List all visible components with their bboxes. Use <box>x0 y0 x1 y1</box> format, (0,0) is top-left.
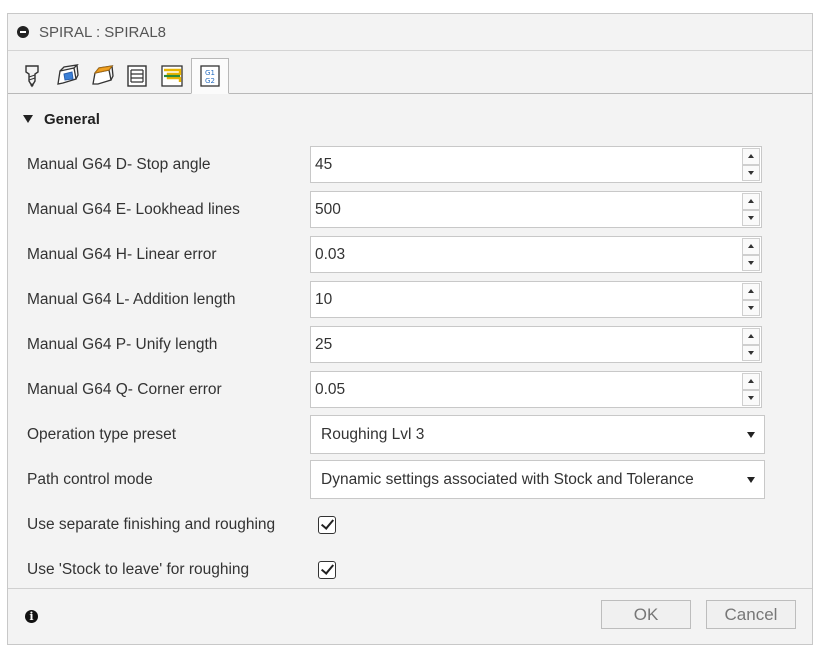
arrow-up-icon <box>748 289 754 294</box>
checkmark-icon <box>320 561 334 575</box>
tab-heights[interactable] <box>86 59 117 93</box>
spin-up-button[interactable] <box>742 238 760 255</box>
tab-linking[interactable] <box>156 59 187 93</box>
tab-passes[interactable] <box>121 59 152 93</box>
arrow-down-icon <box>748 170 754 175</box>
collapse-icon[interactable] <box>17 26 29 38</box>
spin-down-button[interactable] <box>742 254 760 271</box>
info-icon[interactable]: i <box>25 610 38 623</box>
checkbox-row-separate-finishing: Use separate finishing and roughing <box>8 502 812 547</box>
passes-icon <box>126 65 147 87</box>
spin-up-button[interactable] <box>742 283 760 300</box>
linear-error-spinner <box>310 236 762 273</box>
section-general-header[interactable]: General <box>8 96 812 142</box>
field-row-corner-error: Manual G64 Q- Corner error <box>8 367 812 412</box>
tab-tool[interactable] <box>16 59 47 93</box>
arrow-down-icon <box>748 215 754 220</box>
arrow-up-icon <box>748 244 754 249</box>
select-value: Roughing Lvl 3 <box>321 425 425 443</box>
tab-post-process[interactable]: G1 G2 <box>191 58 229 94</box>
ok-button[interactable]: OK <box>601 600 691 629</box>
unify-length-input[interactable] <box>311 329 735 360</box>
stop-angle-input[interactable] <box>311 149 735 180</box>
field-label: Manual G64 P- Unify length <box>27 335 218 353</box>
spiral-dialog: SPIRAL : SPIRAL8 G1 G2 General Manual G6… <box>7 13 813 645</box>
svg-text:G2: G2 <box>205 77 215 85</box>
stock-to-leave-checkbox[interactable] <box>318 560 336 579</box>
select-label: Path control mode <box>27 470 153 488</box>
spin-up-button[interactable] <box>742 193 760 210</box>
stop-angle-spinner <box>310 146 762 183</box>
linear-error-input[interactable] <box>311 239 735 270</box>
arrow-up-icon <box>748 154 754 159</box>
title-bar: SPIRAL : SPIRAL8 <box>8 14 812 51</box>
checkbox-label: Use 'Stock to leave' for roughing <box>27 560 250 578</box>
tab-bar: G1 G2 <box>8 51 812 94</box>
linking-icon <box>160 65 183 87</box>
arrow-up-icon <box>748 199 754 204</box>
select-label: Operation type preset <box>27 425 177 443</box>
gcode-icon: G1 G2 <box>200 65 220 87</box>
cancel-button[interactable]: Cancel <box>706 600 796 629</box>
spin-down-button[interactable] <box>742 164 760 181</box>
addition-length-spinner <box>310 281 762 318</box>
checkbox-label: Use separate finishing and roughing <box>27 515 276 533</box>
unify-length-spinner <box>310 326 762 363</box>
caret-down-icon <box>23 115 33 123</box>
operation-type-select[interactable]: Roughing Lvl 3 <box>310 415 765 454</box>
spin-up-button[interactable] <box>742 148 760 165</box>
svg-text:G1: G1 <box>205 69 215 77</box>
dialog-title: SPIRAL : SPIRAL8 <box>39 23 167 41</box>
lookhead-lines-spinner <box>310 191 762 228</box>
arrow-up-icon <box>748 334 754 339</box>
field-row-addition-length: Manual G64 L- Addition length <box>8 277 812 322</box>
spin-up-button[interactable] <box>742 328 760 345</box>
field-label: Manual G64 Q- Corner error <box>27 380 222 398</box>
separate-finishing-checkbox[interactable] <box>318 515 336 534</box>
arrow-down-icon <box>748 350 754 355</box>
select-row-operation-type: Operation type preset Roughing Lvl 3 <box>8 412 812 457</box>
tab-geometry[interactable] <box>51 59 82 93</box>
field-row-linear-error: Manual G64 H- Linear error <box>8 232 812 277</box>
tool-icon <box>24 65 39 88</box>
arrow-up-icon <box>748 379 754 384</box>
spin-down-button[interactable] <box>742 209 760 226</box>
path-control-mode-select[interactable]: Dynamic settings associated with Stock a… <box>310 460 765 499</box>
field-label: Manual G64 E- Lookhead lines <box>27 200 240 218</box>
arrow-down-icon <box>748 305 754 310</box>
content-area: General Manual G64 D- Stop angle Manual … <box>8 94 812 592</box>
checkmark-icon <box>320 516 334 530</box>
addition-length-input[interactable] <box>311 284 735 315</box>
field-label: Manual G64 L- Addition length <box>27 290 236 308</box>
chevron-down-icon <box>747 477 755 483</box>
spin-up-button[interactable] <box>742 373 760 390</box>
spin-down-button[interactable] <box>742 299 760 316</box>
select-row-path-control: Path control mode Dynamic settings assoc… <box>8 457 812 502</box>
geometry-icon <box>56 64 79 85</box>
field-label: Manual G64 D- Stop angle <box>27 155 211 173</box>
section-title: General <box>44 110 100 128</box>
checkbox-row-stock-to-leave: Use 'Stock to leave' for roughing <box>8 547 812 592</box>
field-label: Manual G64 H- Linear error <box>27 245 217 263</box>
chevron-down-icon <box>747 432 755 438</box>
heights-icon <box>91 65 114 85</box>
field-row-unify-length: Manual G64 P- Unify length <box>8 322 812 367</box>
dialog-footer: i OK Cancel <box>8 588 812 644</box>
spin-down-button[interactable] <box>742 344 760 361</box>
lookhead-lines-input[interactable] <box>311 194 735 225</box>
select-value: Dynamic settings associated with Stock a… <box>321 470 694 488</box>
spin-down-button[interactable] <box>742 389 760 406</box>
arrow-down-icon <box>748 395 754 400</box>
arrow-down-icon <box>748 260 754 265</box>
field-row-stop-angle: Manual G64 D- Stop angle <box>8 142 812 187</box>
corner-error-input[interactable] <box>311 374 735 405</box>
field-row-lookhead-lines: Manual G64 E- Lookhead lines <box>8 187 812 232</box>
corner-error-spinner <box>310 371 762 408</box>
